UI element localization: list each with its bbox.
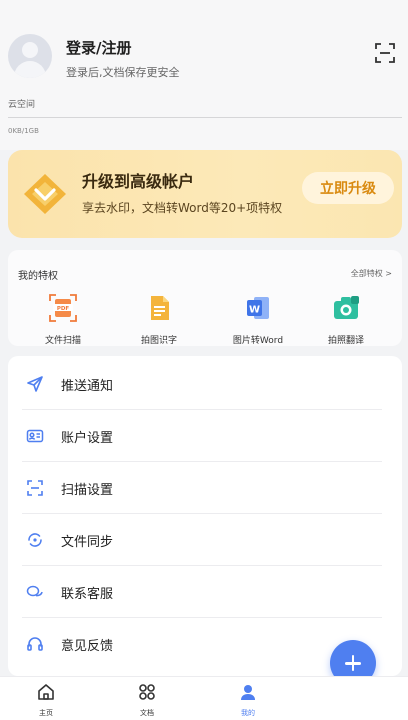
- cloud-space-progress: [8, 117, 402, 118]
- upgrade-button[interactable]: 立即升级: [302, 172, 394, 204]
- menu-item-label: 意见反馈: [61, 639, 114, 654]
- perk-file-scan[interactable]: PDF 文件扫描: [23, 294, 103, 346]
- my-perks-card: 我的特权 全部特权 > PDF 文件扫描 拍图识字 W 图片转Word 拍照翻译: [8, 250, 402, 346]
- ocr-document-icon: [151, 296, 169, 320]
- camera-translate-icon: [334, 296, 359, 319]
- tab-home[interactable]: 主页: [16, 683, 76, 718]
- id-card-icon: [26, 429, 44, 443]
- menu-item-label: 扫描设置: [61, 483, 114, 498]
- upgrade-subtitle: 享去水印，文档转Word等20+项特权: [82, 201, 283, 215]
- cloud-space-label: 云空间: [8, 100, 36, 110]
- scan-frame-icon: [27, 480, 43, 496]
- perk-image-to-word[interactable]: W 图片转Word: [218, 294, 298, 346]
- avatar[interactable]: [8, 34, 52, 78]
- menu-item-label: 推送通知: [61, 379, 114, 394]
- chat-bubbles-icon: [26, 585, 43, 597]
- menu-item-account-settings[interactable]: 账户设置: [8, 410, 402, 462]
- bottom-tab-bar: 主页 文档 我的: [0, 676, 408, 720]
- send-icon: [27, 376, 43, 392]
- home-icon: [38, 684, 54, 700]
- perk-label: 图片转Word: [232, 336, 284, 346]
- pdf-scan-icon: PDF: [49, 294, 77, 322]
- login-hint: 登录后,文档保存更安全: [66, 66, 180, 79]
- tab-documents[interactable]: 文档: [117, 683, 177, 718]
- tab-label: 主页: [39, 709, 53, 717]
- profile-header: 登录/注册 登录后,文档保存更安全 云空间 0KB/1GB: [0, 0, 408, 150]
- profile-icon: [241, 685, 255, 700]
- perk-label: 拍照翻译: [327, 336, 364, 346]
- svg-text:W: W: [249, 305, 260, 316]
- perk-photo-ocr[interactable]: 拍图识字: [119, 294, 199, 346]
- tab-mine[interactable]: 我的: [218, 683, 278, 718]
- settings-menu: 推送通知 账户设置 扫描设置 文件同步 联系客服 意见反馈: [8, 356, 402, 676]
- perk-label: 文件扫描: [44, 336, 81, 346]
- upgrade-banner[interactable]: 升级到高级帐户 享去水印，文档转Word等20+项特权 立即升级: [8, 150, 402, 238]
- all-perks-link[interactable]: 全部特权 >: [351, 268, 392, 279]
- menu-item-customer-service[interactable]: 联系客服: [8, 566, 402, 618]
- scan-icon[interactable]: [374, 42, 396, 64]
- upgrade-title: 升级到高级帐户: [82, 172, 195, 191]
- menu-item-label: 账户设置: [61, 431, 114, 446]
- word-icon: W: [247, 297, 269, 319]
- headset-icon: [27, 637, 43, 651]
- perk-label: 拍图识字: [140, 336, 177, 346]
- menu-item-label: 联系客服: [61, 587, 114, 602]
- menu-item-file-sync[interactable]: 文件同步: [8, 514, 402, 566]
- login-register-link[interactable]: 登录/注册: [66, 37, 131, 58]
- menu-item-label: 文件同步: [61, 535, 114, 550]
- premium-diamond-icon: [24, 174, 66, 214]
- perks-title: 我的特权: [18, 271, 58, 282]
- grid-icon: [139, 684, 155, 700]
- menu-item-push-notifications[interactable]: 推送通知: [8, 358, 402, 410]
- cloud-space-usage: 0KB/1GB: [8, 127, 39, 135]
- svg-text:PDF: PDF: [57, 306, 70, 312]
- menu-item-scan-settings[interactable]: 扫描设置: [8, 462, 402, 514]
- tab-label: 文档: [140, 709, 154, 717]
- perk-photo-translate[interactable]: 拍照翻译: [306, 294, 386, 346]
- tab-label: 我的: [241, 709, 255, 717]
- sync-icon: [28, 533, 42, 547]
